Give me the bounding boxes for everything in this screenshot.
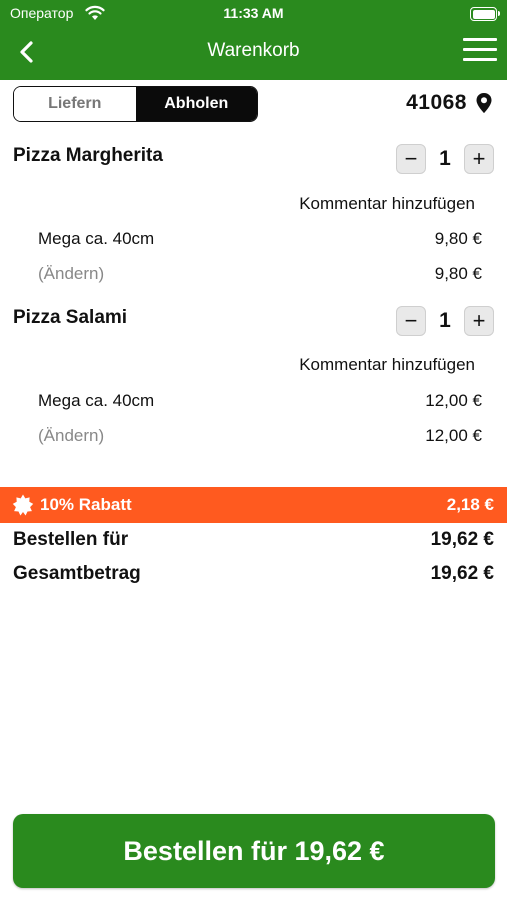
- minus-icon[interactable]: −: [396, 144, 426, 174]
- battery-icon: [470, 7, 500, 21]
- minus-icon[interactable]: −: [396, 306, 426, 336]
- cart-item-name: Pizza Salami: [13, 307, 128, 328]
- edit-item-link[interactable]: (Ändern): [38, 426, 104, 446]
- item-total-price: 9,80 €: [434, 264, 482, 283]
- edit-item-link[interactable]: (Ändern): [38, 264, 104, 284]
- item-quantity: 1: [439, 309, 451, 332]
- item-total-price: 12,00 €: [425, 426, 482, 445]
- size-price: 12,00 €: [425, 391, 482, 410]
- discount-label: 10% Rabatt: [40, 495, 132, 514]
- segment-liefern[interactable]: Liefern: [14, 87, 136, 121]
- size-label: Mega ca. 40cm: [38, 229, 155, 248]
- order-for-label: Bestellen für: [13, 529, 129, 550]
- place-order-button[interactable]: Bestellen für 19,62 €: [13, 814, 495, 888]
- page-title: Warenkorb: [207, 40, 300, 61]
- zip-code: 41068: [406, 91, 467, 114]
- cart-item-name: Pizza Margherita: [13, 145, 163, 166]
- hamburger-menu-icon[interactable]: [463, 38, 497, 66]
- clock: 11:33 AM: [223, 5, 284, 21]
- discount-badge-icon: [12, 494, 34, 516]
- total-value: 19,62 €: [430, 563, 494, 584]
- plus-icon[interactable]: +: [464, 144, 494, 174]
- total-label: Gesamtbetrag: [13, 563, 141, 584]
- add-comment-link[interactable]: Kommentar hinzufügen: [299, 355, 475, 375]
- location-pin-icon[interactable]: [475, 92, 493, 114]
- top-bar: Оператор 11:33 AM Warenkorb: [0, 0, 507, 80]
- delivery-mode-switch: Liefern Abholen: [13, 86, 258, 122]
- item-quantity: 1: [439, 147, 451, 170]
- add-comment-link[interactable]: Kommentar hinzufügen: [299, 194, 475, 214]
- size-label: Mega ca. 40cm: [38, 391, 155, 410]
- segment-abholen[interactable]: Abholen: [135, 87, 257, 121]
- plus-icon[interactable]: +: [464, 306, 494, 336]
- discount-bar: 10% Rabatt 2,18 €: [0, 487, 507, 523]
- discount-amount: 2,18 €: [446, 495, 494, 514]
- size-price: 9,80 €: [434, 229, 482, 248]
- status-bar: Оператор 11:33 AM: [0, 0, 507, 28]
- order-for-value: 19,62 €: [430, 529, 494, 550]
